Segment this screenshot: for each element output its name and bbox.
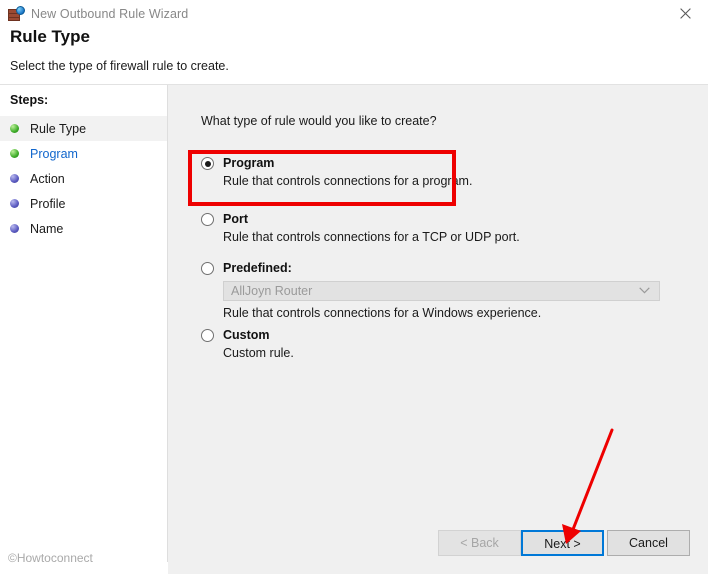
- step-dot-icon: [10, 199, 19, 208]
- option-description: Custom rule.: [223, 346, 294, 360]
- sidebar-item-label: Program: [30, 146, 78, 161]
- main-content: What type of rule would you like to crea…: [168, 85, 708, 574]
- sidebar-item-program[interactable]: Program: [0, 141, 167, 166]
- chevron-down-icon: [639, 281, 650, 299]
- page-title: Rule Type: [10, 27, 90, 46]
- step-dot-icon: [10, 174, 19, 183]
- steps-heading: Steps:: [10, 93, 49, 107]
- radio-port[interactable]: [201, 213, 214, 226]
- radio-predefined[interactable]: [201, 262, 214, 275]
- sidebar-item-action[interactable]: Action: [0, 166, 167, 191]
- sidebar-item-label: Profile: [30, 196, 66, 211]
- sidebar-item-name[interactable]: Name: [0, 216, 167, 241]
- predefined-dropdown[interactable]: AllJoyn Router: [223, 281, 660, 301]
- option-description: Rule that controls connections for a TCP…: [223, 230, 520, 244]
- window-title: New Outbound Rule Wizard: [31, 6, 189, 21]
- next-button[interactable]: Next >: [521, 530, 604, 556]
- option-title: Port: [223, 212, 248, 226]
- sidebar-item-profile[interactable]: Profile: [0, 191, 167, 216]
- radio-custom[interactable]: [201, 329, 214, 342]
- cancel-button[interactable]: Cancel: [607, 530, 690, 556]
- option-title: Program: [223, 156, 275, 170]
- option-custom[interactable]: Custom Custom rule.: [201, 328, 294, 360]
- step-dot-icon: [10, 224, 19, 233]
- sidebar-item-label: Name: [30, 221, 64, 236]
- step-dot-icon: [10, 149, 19, 158]
- sidebar-item-rule-type[interactable]: Rule Type: [0, 116, 167, 141]
- option-port[interactable]: Port Rule that controls connections for …: [201, 212, 520, 244]
- back-button[interactable]: < Back: [438, 530, 521, 556]
- sidebar-item-label: Action: [30, 171, 65, 186]
- sidebar-item-label: Rule Type: [30, 121, 87, 136]
- watermark: ©Howtoconnect: [8, 551, 93, 565]
- predefined-dropdown-value: AllJoyn Router: [231, 284, 313, 298]
- close-icon[interactable]: [662, 0, 708, 27]
- steps-list: Rule Type Program Action Profile Name: [0, 116, 167, 241]
- option-program[interactable]: Program Rule that controls connections f…: [201, 156, 472, 188]
- page-subtitle: Select the type of firewall rule to crea…: [10, 59, 229, 73]
- radio-program[interactable]: [201, 157, 214, 170]
- rule-type-question: What type of rule would you like to crea…: [201, 114, 437, 128]
- option-title: Predefined:: [223, 261, 292, 275]
- option-predefined[interactable]: Predefined: AllJoyn Router Rule that con…: [201, 261, 660, 320]
- firewall-globe-icon: [8, 5, 25, 22]
- steps-sidebar: Steps: Rule Type Program Action Profile …: [0, 85, 168, 562]
- option-description: Rule that controls connections for a pro…: [223, 174, 473, 188]
- wizard-button-bar: < Back Next > Cancel: [168, 530, 708, 556]
- title-bar: New Outbound Rule Wizard: [0, 0, 708, 27]
- step-dot-icon: [10, 124, 19, 133]
- page-header: Rule Type Select the type of firewall ru…: [0, 27, 708, 84]
- option-title: Custom: [223, 328, 270, 342]
- option-description: Rule that controls connections for a Win…: [223, 306, 542, 320]
